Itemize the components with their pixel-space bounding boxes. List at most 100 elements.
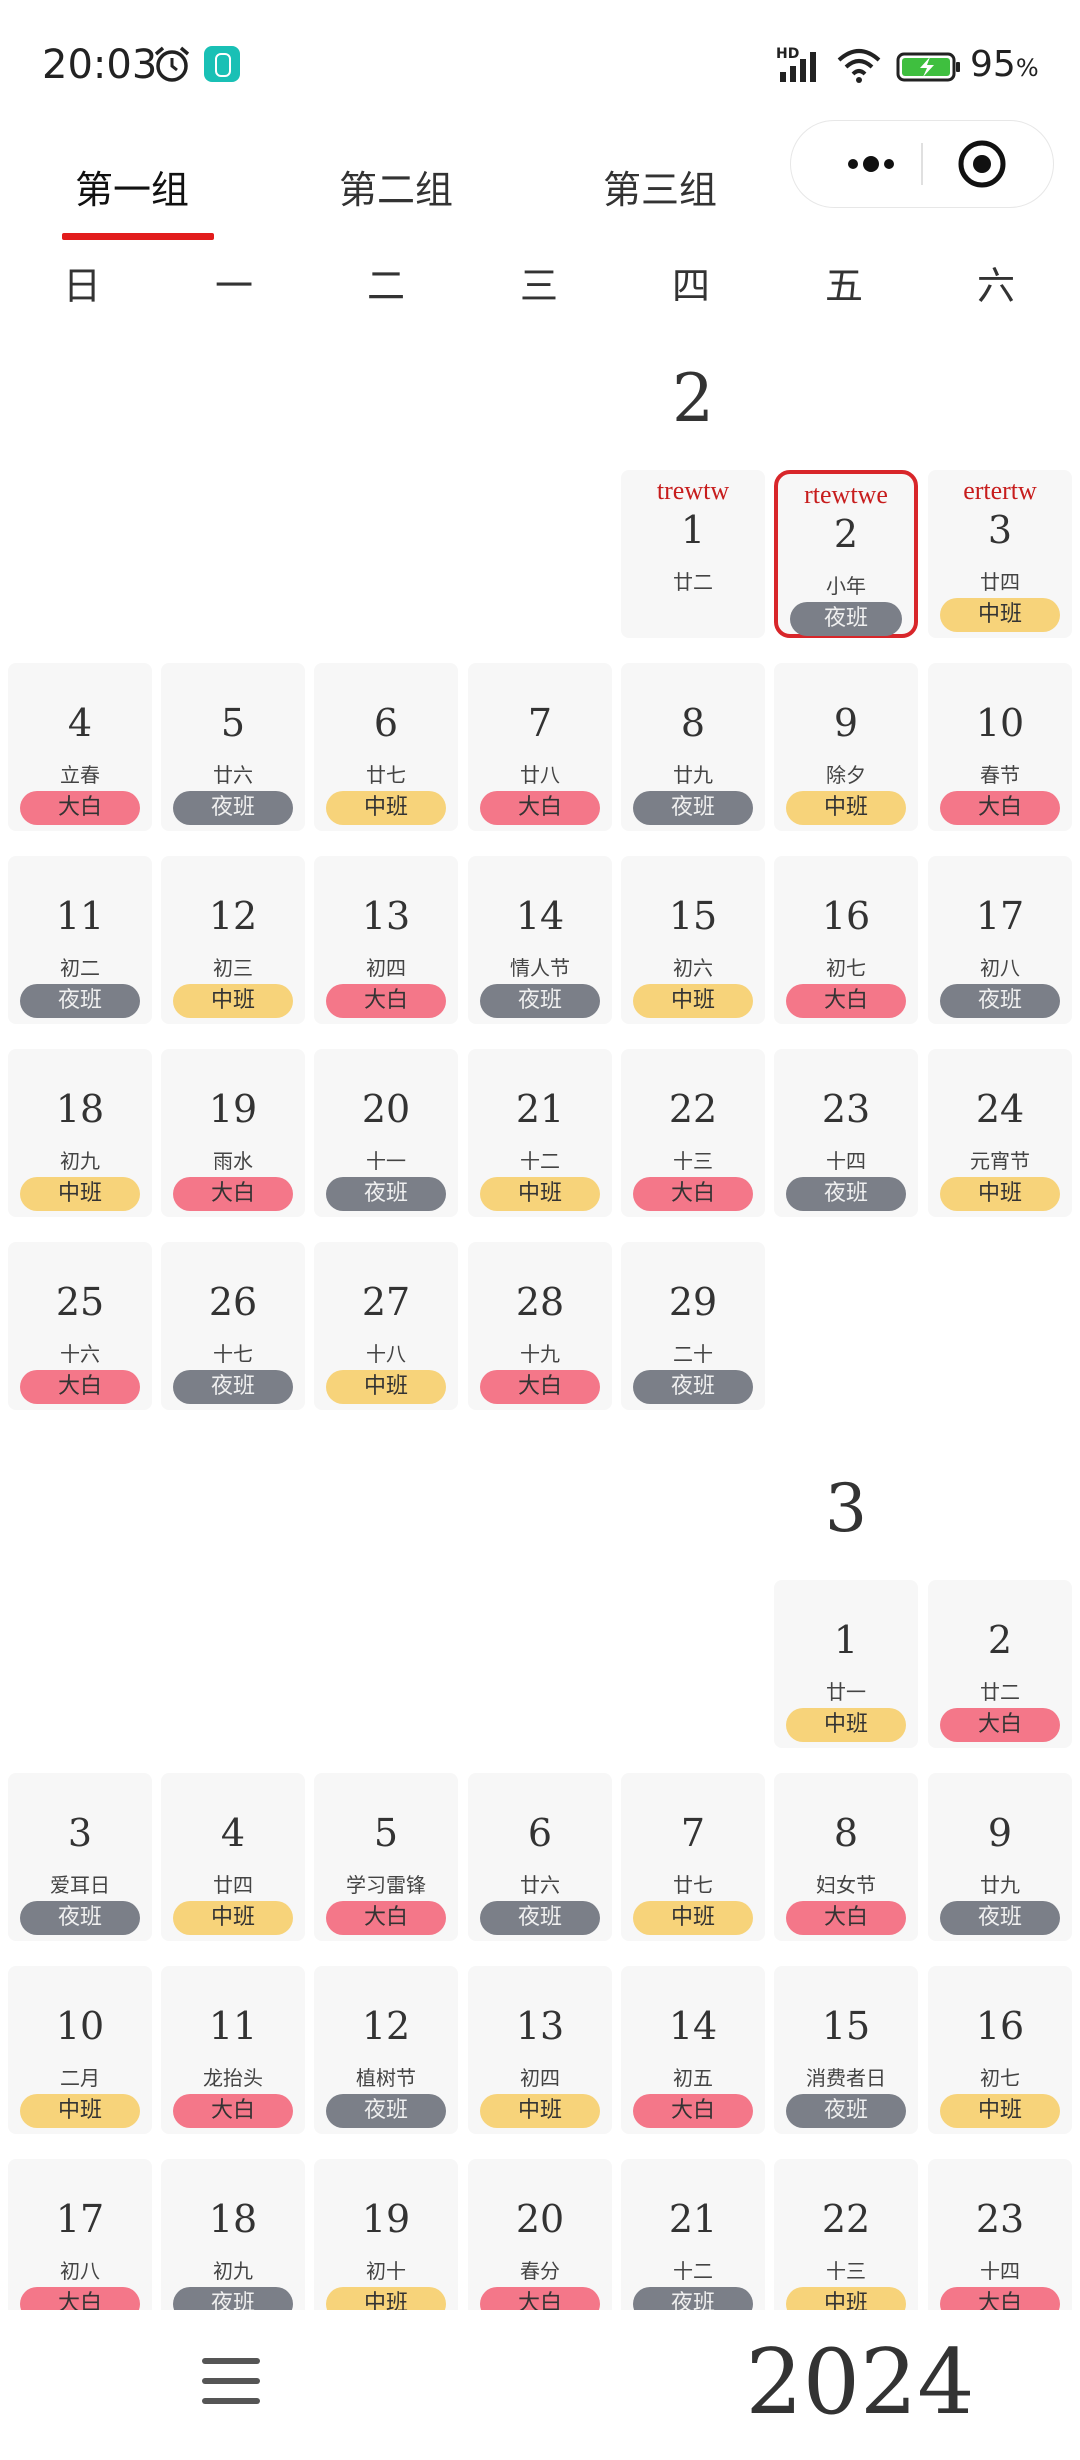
day-cell[interactable]: 4 立春 大白 <box>8 663 152 831</box>
day-cell[interactable]: 19 雨水 大白 <box>161 1049 305 1217</box>
day-cell[interactable]: 15 消费者日 夜班 <box>774 1966 918 2134</box>
day-cell[interactable]: 6 廿七 中班 <box>314 663 458 831</box>
day-cell[interactable]: 24 元宵节 中班 <box>928 1049 1072 1217</box>
day-cell[interactable]: 14 初五 大白 <box>621 1966 765 2134</box>
day-cell[interactable]: 8 妇女节 大白 <box>774 1773 918 1941</box>
day-cell[interactable]: 17 初八 大白 <box>8 2159 152 2310</box>
day-cell[interactable]: 6 廿六 夜班 <box>468 1773 612 1941</box>
tab-group-2[interactable]: 第二组 <box>296 150 496 240</box>
day-cell[interactable]: 23 十四 大白 <box>928 2159 1072 2310</box>
day-cell[interactable]: 3 爱耳日 夜班 <box>8 1773 152 1941</box>
shift-badge-day: 大白 <box>480 2287 600 2310</box>
day-cell[interactable]: 28 十九 大白 <box>468 1242 612 1410</box>
day-cell[interactable]: 23 十四 夜班 <box>774 1049 918 1217</box>
day-cell[interactable]: 13 初四 大白 <box>314 856 458 1024</box>
shift-badge-day: 大白 <box>480 1370 600 1404</box>
day-cell[interactable]: 8 廿九 夜班 <box>621 663 765 831</box>
day-cell[interactable]: 12 初三 中班 <box>161 856 305 1024</box>
status-bar: 20:03 HD 95% <box>0 0 1080 130</box>
lunar-date: 廿七 <box>366 763 406 787</box>
shift-badge-day: 大白 <box>940 791 1060 825</box>
tab-group-3[interactable]: 第三组 <box>560 150 760 240</box>
shift-badge-day: 大白 <box>20 2287 140 2310</box>
day-cell[interactable]: 20 春分 大白 <box>468 2159 612 2310</box>
day-cell[interactable]: 2 廿二 大白 <box>928 1580 1072 1748</box>
day-cell[interactable]: 14 情人节 夜班 <box>468 856 612 1024</box>
day-cell[interactable]: 16 初七 中班 <box>928 1966 1072 2134</box>
shift-badge-night: 夜班 <box>786 1177 906 1211</box>
bottom-bar: 2024 <box>0 2310 1080 2460</box>
day-cell[interactable]: 12 植树节 夜班 <box>314 1966 458 2134</box>
lunar-date: 廿一 <box>826 1680 866 1704</box>
day-number: 2 <box>833 512 859 556</box>
day-number: 9 <box>833 701 859 745</box>
shift-badge-mid: 中班 <box>326 1370 446 1404</box>
shift-badge-mid: 中班 <box>786 2287 906 2310</box>
lunar-date: 爱耳日 <box>50 1873 110 1897</box>
day-cell[interactable]: 26 十七 夜班 <box>161 1242 305 1410</box>
lunar-date: 初四 <box>520 2066 560 2090</box>
shift-badge-night: 夜班 <box>480 984 600 1018</box>
battery-icon <box>896 52 960 82</box>
day-cell[interactable]: 10 春节 大白 <box>928 663 1072 831</box>
day-cell[interactable]: 5 廿六 夜班 <box>161 663 305 831</box>
shift-badge-day: 大白 <box>20 1370 140 1404</box>
weekday-header: 日 一 二 三 四 五 六 <box>0 255 1080 315</box>
day-cell[interactable]: 1 廿一 中班 <box>774 1580 918 1748</box>
day-cell[interactable]: 29 二十 夜班 <box>621 1242 765 1410</box>
shift-badge-mid: 中班 <box>786 791 906 825</box>
day-cell[interactable]: 11 初二 夜班 <box>8 856 152 1024</box>
day-number: 16 <box>821 894 871 938</box>
more-options-icon[interactable] <box>831 141 911 187</box>
day-cell[interactable]: 7 廿八 大白 <box>468 663 612 831</box>
day-cell[interactable]: 21 十二 夜班 <box>621 2159 765 2310</box>
day-number: 3 <box>987 508 1013 552</box>
day-number: 1 <box>833 1618 859 1662</box>
day-cell[interactable]: trewtw 1 廿二 <box>621 470 765 638</box>
day-cell[interactable]: 19 初十 中班 <box>314 2159 458 2310</box>
close-miniprogram-icon[interactable] <box>957 139 1007 189</box>
lunar-date: 廿二 <box>673 570 713 594</box>
day-cell[interactable]: 4 廿四 中班 <box>161 1773 305 1941</box>
day-cell[interactable]: 15 初六 中班 <box>621 856 765 1024</box>
day-cell[interactable]: 22 十三 大白 <box>621 1049 765 1217</box>
shift-badge-night: 夜班 <box>940 1901 1060 1935</box>
calendar-scroll-area[interactable]: 2 trewtw 1 廿二 rtewtwe 2 小年 夜班 ertertw 3 廿四 中班 4 立春 大白 5… <box>0 320 1080 2310</box>
day-cell[interactable]: 18 初九 中班 <box>8 1049 152 1217</box>
shift-badge-day: 大白 <box>480 791 600 825</box>
tab-group-1[interactable]: 第一组 <box>32 150 232 240</box>
day-cell[interactable]: 16 初七 大白 <box>774 856 918 1024</box>
lunar-date: 十二 <box>520 1149 560 1173</box>
day-cell[interactable]: 5 学习雷锋 大白 <box>314 1773 458 1941</box>
day-number: 3 <box>67 1811 93 1855</box>
day-cell-selected[interactable]: rtewtwe 2 小年 夜班 <box>774 470 918 638</box>
year-label[interactable]: 2024 <box>700 2330 1020 2435</box>
lunar-date: 龙抬头 <box>203 2066 263 2090</box>
day-number: 10 <box>55 2004 105 2048</box>
day-cell[interactable]: 7 廿七 中班 <box>621 1773 765 1941</box>
capsule-divider <box>921 143 923 185</box>
menu-icon[interactable] <box>196 2346 266 2416</box>
day-number: 6 <box>527 1811 553 1855</box>
day-cell[interactable]: 22 十三 中班 <box>774 2159 918 2310</box>
day-cell[interactable]: 10 二月 中班 <box>8 1966 152 2134</box>
day-cell[interactable]: 21 十二 中班 <box>468 1049 612 1217</box>
lunar-date: 廿九 <box>673 763 713 787</box>
day-cell[interactable]: 11 龙抬头 大白 <box>161 1966 305 2134</box>
day-cell[interactable]: 25 十六 大白 <box>8 1242 152 1410</box>
day-cell[interactable]: 20 十一 夜班 <box>314 1049 458 1217</box>
day-cell[interactable]: 9 除夕中班 <box>774 663 918 831</box>
day-cell[interactable]: 17 初八 夜班 <box>928 856 1072 1024</box>
lunar-date: 十九 <box>520 1342 560 1366</box>
day-cell[interactable]: ertertw 3 廿四 中班 <box>928 470 1072 638</box>
day-number: 19 <box>361 2197 411 2241</box>
day-number: 13 <box>515 2004 565 2048</box>
day-cell[interactable]: 9 廿九 夜班 <box>928 1773 1072 1941</box>
shift-badge-night: 夜班 <box>20 984 140 1018</box>
day-cell[interactable]: 27 十八 中班 <box>314 1242 458 1410</box>
lunar-date: 除夕 <box>826 763 866 787</box>
shift-badge-mid: 中班 <box>326 791 446 825</box>
cellular-signal-icon <box>780 52 816 82</box>
day-cell[interactable]: 13 初四 中班 <box>468 1966 612 2134</box>
day-cell[interactable]: 18 初九 夜班 <box>161 2159 305 2310</box>
